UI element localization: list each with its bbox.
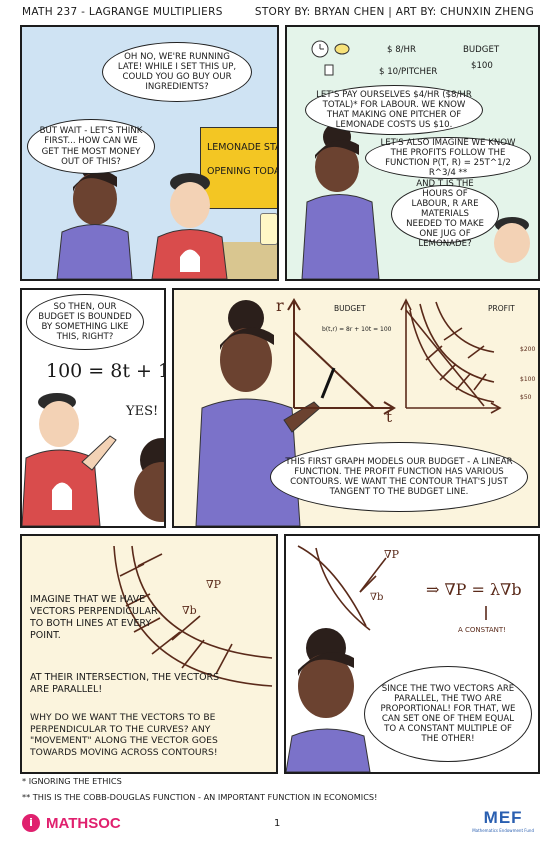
speech-bubble-running-late: OH NO, WE'RE RUNNING LATE! WHILE I SET T… bbox=[102, 42, 252, 102]
boy-head bbox=[170, 182, 210, 228]
panel-2: $ 8/HR $ 10/PITCHER BUDGET $100 LET'S PA… bbox=[285, 25, 540, 281]
panel-3: SO THEN, OUR BUDGET IS BOUNDED BY SOMETH… bbox=[20, 288, 166, 528]
budget-value: $100 bbox=[471, 61, 493, 71]
boy-head bbox=[39, 401, 79, 447]
profit-graph-title: PROFIT bbox=[488, 304, 515, 313]
profit-graph bbox=[400, 298, 502, 414]
panel-1: LEMONADE STA OPENING TODA OH NO, WE'RE R… bbox=[20, 25, 279, 281]
page-number: 1 bbox=[274, 818, 281, 829]
footnote-ethics: * IGNORING THE ETHICS bbox=[22, 776, 122, 786]
mathsoc-wordmark: MATHSOC bbox=[46, 814, 121, 832]
gradient-p-arrow bbox=[359, 557, 387, 593]
footnote-cobb-douglas: ** THIS IS THE COBB-DOUGLAS FUNCTION - A… bbox=[22, 792, 378, 802]
profit-contour-mid bbox=[419, 303, 495, 383]
speech-bubble-so-then: SO THEN, OUR BUDGET IS BOUNDED BY SOMETH… bbox=[26, 294, 144, 350]
cup-icon bbox=[324, 64, 334, 76]
price-per-hour: $ 8/HR bbox=[387, 45, 416, 55]
contour-label-50: $50 bbox=[520, 394, 532, 401]
speech-bubble-hours: AND T IS THE HOURS OF LABOUR, R ARE MATE… bbox=[391, 179, 499, 249]
boy-head bbox=[494, 223, 530, 263]
mef-wordmark: MEF bbox=[483, 808, 523, 827]
budget-axis-t-label: t bbox=[386, 408, 393, 426]
constant-label: A CONSTANT! bbox=[458, 626, 506, 634]
budget-label: BUDGET bbox=[463, 45, 500, 55]
mef-logo[interactable]: MEF Mathematics Endowment Fund bbox=[472, 808, 534, 833]
profit-contour-high bbox=[435, 301, 495, 353]
speech-bubble-profit: LET'S ALSO IMAGINE WE KNOW THE PROFITS F… bbox=[365, 137, 531, 179]
girl-purple-shirt bbox=[301, 194, 380, 279]
comic-title: MATH 237 - LAGRANGE MULTIPLIERS bbox=[22, 6, 223, 18]
gradient-p-label: ∇P bbox=[206, 578, 222, 591]
budget-graph bbox=[287, 298, 396, 415]
lemon-icon bbox=[334, 43, 350, 55]
budget-equation: 100 = 8t + 10r bbox=[46, 360, 164, 382]
panel-5: ∇P ∇b IMAGINE THAT WE HAVE VECTORS PERPE… bbox=[20, 534, 278, 774]
mathsoc-logo[interactable]: i MATHSOC bbox=[22, 812, 121, 834]
constraint-curve bbox=[297, 545, 367, 627]
panel-4: r t BUDGET b(t,r) = 8r + 10t = 100 PROFI… bbox=[172, 288, 540, 528]
credits: STORY BY: BRYAN CHEN | ART BY: CHUNXIN Z… bbox=[254, 6, 534, 18]
speech-bubble-graph: THIS FIRST GRAPH MODELS OUR BUDGET - A L… bbox=[270, 442, 528, 512]
lagrange-equation: ⇒ ∇P = λ∇b bbox=[426, 580, 522, 599]
boy-pointing-arm bbox=[81, 435, 117, 471]
panel-6: ∇P ∇b ⇒ ∇P = λ∇b A CONSTANT! SINCE THE T… bbox=[284, 534, 540, 774]
speech-bubble-since: SINCE THE TWO VECTORS ARE PARALLEL, THE … bbox=[364, 666, 532, 762]
caption-why: WHY DO WE WANT THE VECTORS TO BE PERPEND… bbox=[30, 712, 218, 758]
budget-axis-r-label: r bbox=[276, 296, 284, 315]
gradient-b-label: ∇b bbox=[182, 604, 197, 617]
girl-purple-shirt bbox=[56, 224, 133, 279]
contour-label-200: $200 bbox=[520, 346, 536, 353]
pointer-stick bbox=[320, 367, 336, 399]
mathsoc-icon: i bbox=[22, 814, 40, 832]
caption-imagine: IMAGINE THAT WE HAVE VECTORS PERPENDICUL… bbox=[30, 594, 158, 641]
contour-label-100: $100 bbox=[520, 376, 536, 383]
girl-head bbox=[134, 462, 164, 522]
speech-bubble-but-wait: BUT WAIT - LET'S THINK FIRST... HOW CAN … bbox=[27, 119, 155, 174]
gradient-arrows bbox=[425, 327, 487, 391]
budget-formula: b(t,r) = 8r + 10t = 100 bbox=[322, 326, 392, 333]
mef-subtitle: Mathematics Endowment Fund bbox=[472, 828, 534, 833]
budget-graph-title: BUDGET bbox=[334, 304, 366, 313]
profit-contour-low bbox=[409, 309, 495, 403]
gradient-b-label: ∇b bbox=[370, 592, 384, 603]
clock-icon bbox=[311, 40, 329, 58]
price-per-pitcher: $ 10/PITCHER bbox=[379, 67, 438, 77]
yes-exclamation: YES! bbox=[126, 404, 159, 419]
girl-purple-shirt bbox=[286, 728, 371, 772]
gradient-p-label: ∇P bbox=[384, 548, 400, 561]
speech-bubble-labour: LET'S PAY OURSELVES $4/HR ($8/HR TOTAL)*… bbox=[305, 85, 483, 135]
gradient-b-arrow bbox=[359, 575, 377, 593]
caption-intersection: AT THEIR INTERSECTION, THE VECTORS ARE P… bbox=[30, 672, 220, 695]
